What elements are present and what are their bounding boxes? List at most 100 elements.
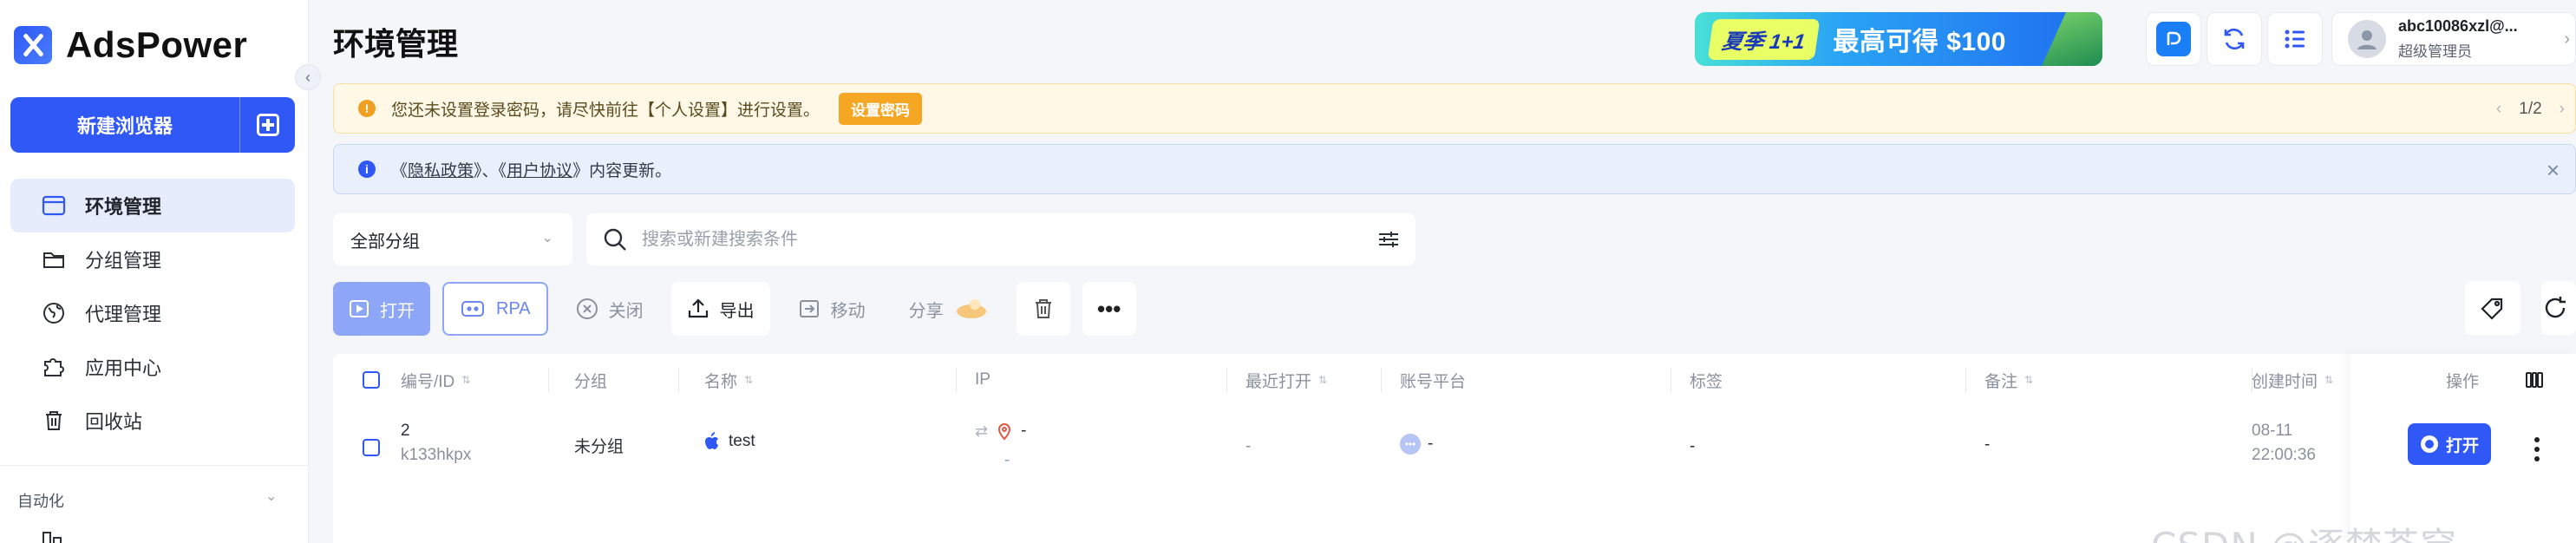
page-title: 环境管理 [333, 26, 459, 62]
column-header-id[interactable]: 编号/ID ⇅ [401, 354, 470, 406]
sort-icon: ⇅ [2324, 374, 2334, 386]
sidebar-item-recycle-bin[interactable]: 回收站 [10, 394, 295, 448]
close-circle-icon [576, 298, 598, 319]
new-browser-button[interactable]: 新建浏览器 [10, 97, 239, 153]
user-email: abc10086xzl@... [2398, 17, 2518, 35]
more-icon: ••• [1096, 295, 1121, 322]
chevron-down-icon[interactable]: ⌄ [265, 487, 277, 505]
privacy-policy-link[interactable]: 隐私政策 [408, 158, 474, 181]
share-button-label: 分享 [908, 301, 944, 321]
sidebar-item-app-center[interactable]: 应用中心 [10, 340, 295, 394]
app-badge-icon [2156, 22, 2191, 56]
watermark: CSDN @逐梦苍穹 [2151, 517, 2457, 543]
profile-name: test [729, 432, 755, 450]
created-time: 22:00:36 [2252, 446, 2316, 464]
promo-banner[interactable]: 夏季 1+1 最高可得 $100 [1695, 12, 2102, 66]
platform-value: - [1428, 435, 1434, 453]
puzzle-icon [42, 355, 66, 379]
refresh-button[interactable] [2541, 281, 2576, 335]
sidebar-item-partial[interactable] [42, 531, 154, 543]
close-button-label: 关闭 [608, 301, 644, 321]
user-role: 超级管理员 [2398, 43, 2472, 60]
next-notice-button[interactable]: › [2560, 100, 2565, 119]
row-checkbox[interactable] [363, 439, 380, 456]
automation-section-title[interactable]: 自动化 [17, 489, 64, 512]
sidebar-item-label: 分组管理 [85, 250, 162, 272]
sort-icon: ⇅ [744, 374, 754, 386]
remark-value[interactable]: - [1984, 435, 1990, 455]
user-agreement-link[interactable]: 用户协议 [507, 158, 572, 181]
row-more-button[interactable] [2534, 437, 2540, 461]
info-mid: 》、《 [474, 161, 507, 180]
client-app-button[interactable] [2146, 12, 2201, 66]
filter-settings-icon[interactable] [1377, 229, 1400, 250]
column-header-tags: 标签 [1690, 372, 1723, 391]
sort-icon: ⇅ [2024, 374, 2034, 386]
main-content: 环境管理 夏季 1+1 最高可得 $100 abc10086xzl@... 超级… [321, 0, 2576, 543]
close-button[interactable]: 关闭 [560, 282, 659, 336]
search-input[interactable] [642, 229, 1336, 250]
open-button[interactable]: 打开 [333, 282, 430, 336]
profile-group: 未分组 [574, 438, 624, 456]
adspower-logo-icon [14, 26, 52, 64]
sidebar-item-proxies[interactable]: 代理管理 [10, 286, 295, 340]
profile-id: k133hkpx [401, 446, 472, 464]
apple-icon [705, 432, 718, 449]
select-all-checkbox[interactable] [363, 371, 380, 389]
column-header-remark[interactable]: 备注 ⇅ [1984, 354, 2033, 406]
tag-button[interactable] [2465, 281, 2520, 335]
rpa-button-label: RPA [496, 298, 531, 318]
column-header-name[interactable]: 名称 ⇅ [704, 354, 753, 406]
rpa-button[interactable]: RPA [442, 282, 548, 336]
profile-name-cell[interactable]: test [704, 432, 755, 451]
set-password-button[interactable]: 设置密码 [839, 92, 923, 125]
location-pin-icon [998, 423, 1011, 441]
last-opened: - [1246, 437, 1252, 455]
sidebar-nav: 环境管理 分组管理 代理管理 应用中心 回收站 [10, 179, 295, 448]
sidebar-item-label: 代理管理 [85, 304, 162, 325]
sidebar-item-label: 应用中心 [85, 357, 162, 379]
sidebar-item-label: 回收站 [85, 411, 143, 433]
column-header-last-opened[interactable]: 最近打开 ⇅ [1246, 354, 1327, 406]
notice-page-indicator: 1/2 [2519, 100, 2542, 118]
folder-icon [42, 247, 66, 272]
upload-icon [688, 298, 708, 318]
sort-icon: ⇅ [461, 374, 471, 386]
app-logo[interactable]: AdsPower [14, 24, 247, 66]
row-open-button[interactable]: 打开 [2408, 423, 2491, 465]
export-button[interactable]: 导出 [670, 282, 770, 336]
share-button[interactable]: 分享 [893, 282, 1004, 336]
sidebar-item-browser-profiles[interactable]: 环境管理 [10, 179, 295, 232]
search-bar [586, 213, 1415, 265]
prev-notice-button[interactable]: ‹ [2496, 100, 2501, 119]
task-list-button[interactable] [2267, 12, 2323, 66]
profile-number: 2 [401, 422, 410, 440]
browser-window-icon [42, 193, 66, 218]
column-header-platform: 账号平台 [1400, 372, 1467, 391]
batch-create-button[interactable] [239, 97, 295, 153]
created-date: 08-11 [2252, 422, 2293, 440]
collapse-sidebar-button[interactable]: ‹ [295, 64, 321, 90]
policy-update-banner: i 《 隐私政策 》、《 用户协议 》内容更新。 × [333, 144, 2576, 194]
column-header-created[interactable]: 创建时间 ⇅ [2252, 354, 2333, 406]
user-menu[interactable]: abc10086xzl@... 超级管理员 › [2331, 12, 2576, 66]
browser-logo-icon [2420, 435, 2438, 453]
column-header-actions: 操作 [2446, 372, 2480, 391]
sidebar-item-groups[interactable]: 分组管理 [10, 232, 295, 286]
more-platform-icon: ••• [1400, 434, 1421, 455]
table-row[interactable]: 2 k133hkpx 未分组 test ⇄ - - - ••• - - - 08… [333, 416, 2576, 512]
browser-open-icon [350, 300, 369, 317]
sync-button[interactable] [2207, 12, 2262, 66]
delete-button[interactable] [1016, 282, 1070, 336]
ip-primary: - [1021, 422, 1027, 440]
info-suffix: 》内容更新。 [572, 161, 672, 180]
column-settings-button[interactable] [2524, 354, 2545, 406]
move-icon [799, 300, 819, 317]
search-icon [604, 228, 626, 251]
group-select[interactable]: 全部分组 ⌄ [333, 213, 572, 265]
move-button[interactable]: 移动 [782, 282, 881, 336]
close-icon[interactable]: × [2547, 157, 2560, 184]
share-badge-icon [956, 299, 986, 318]
more-actions-button[interactable]: ••• [1082, 282, 1136, 336]
sidebar: AdsPower 新建浏览器 环境管理 分组管理 代理管理 应用中心 回收站 自… [0, 0, 309, 543]
